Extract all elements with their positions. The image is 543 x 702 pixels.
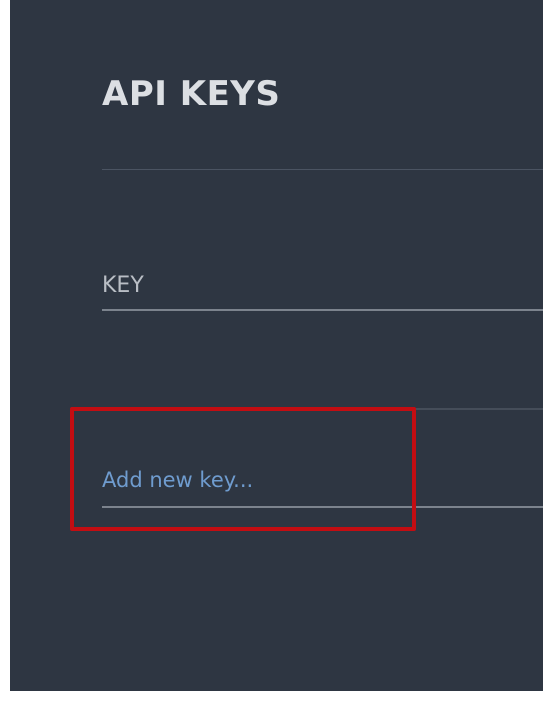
title-divider [102, 169, 543, 170]
add-key-underline [102, 506, 543, 508]
header-divider [102, 309, 543, 311]
page-title: API KEYS [102, 74, 281, 114]
add-new-key-input[interactable]: Add new key... [102, 465, 253, 495]
column-header-key: KEY [102, 273, 144, 298]
empty-row-divider [102, 408, 543, 410]
api-keys-panel: API KEYS KEY Add new key... [10, 0, 543, 691]
